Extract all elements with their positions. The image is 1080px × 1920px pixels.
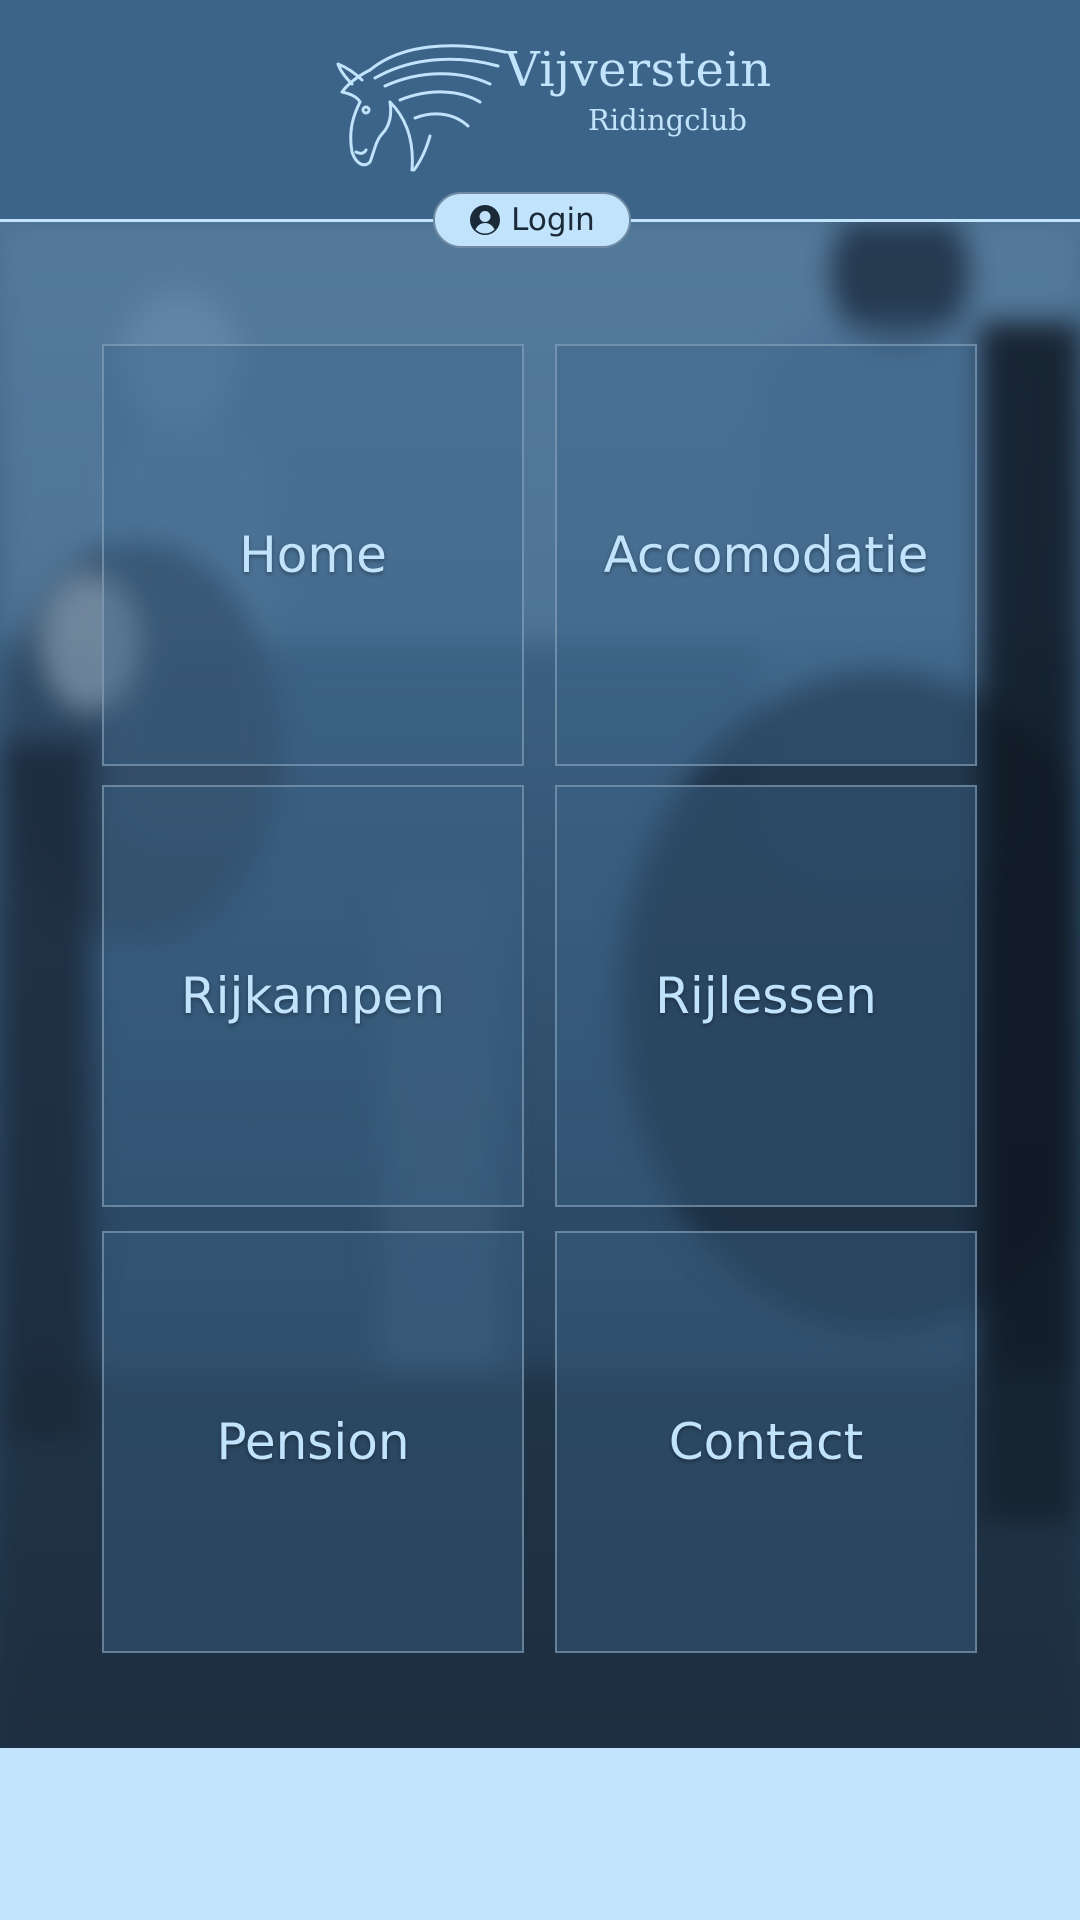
tile-rijlessen[interactable]: Rijlessen (555, 785, 977, 1207)
tile-pension[interactable]: Pension (102, 1231, 524, 1653)
tile-label: Rijlessen (655, 967, 877, 1025)
tile-label: Pension (216, 1413, 410, 1471)
logo-title: Vijverstein (505, 42, 772, 98)
tile-contact[interactable]: Contact (555, 1231, 977, 1653)
login-button[interactable]: Login (433, 192, 631, 248)
login-label: Login (511, 202, 595, 238)
page: Vijverstein Ridingclub Login Home Accomo… (0, 0, 1080, 1920)
horse-head-icon (336, 44, 507, 172)
tile-accomodatie[interactable]: Accomodatie (555, 344, 977, 766)
logo-subtitle: Ridingclub (588, 103, 747, 137)
site-header: Vijverstein Ridingclub (0, 0, 1080, 220)
tile-label: Accomodatie (603, 526, 929, 584)
tile-label: Rijkampen (180, 967, 446, 1025)
tile-label: Contact (668, 1413, 864, 1471)
user-circle-icon (470, 205, 501, 235)
site-logo[interactable]: Vijverstein Ridingclub (330, 40, 771, 175)
site-footer (0, 1748, 1080, 1920)
tile-home[interactable]: Home (102, 344, 524, 766)
tile-label: Home (239, 526, 387, 584)
tile-rijkampen[interactable]: Rijkampen (102, 785, 524, 1207)
